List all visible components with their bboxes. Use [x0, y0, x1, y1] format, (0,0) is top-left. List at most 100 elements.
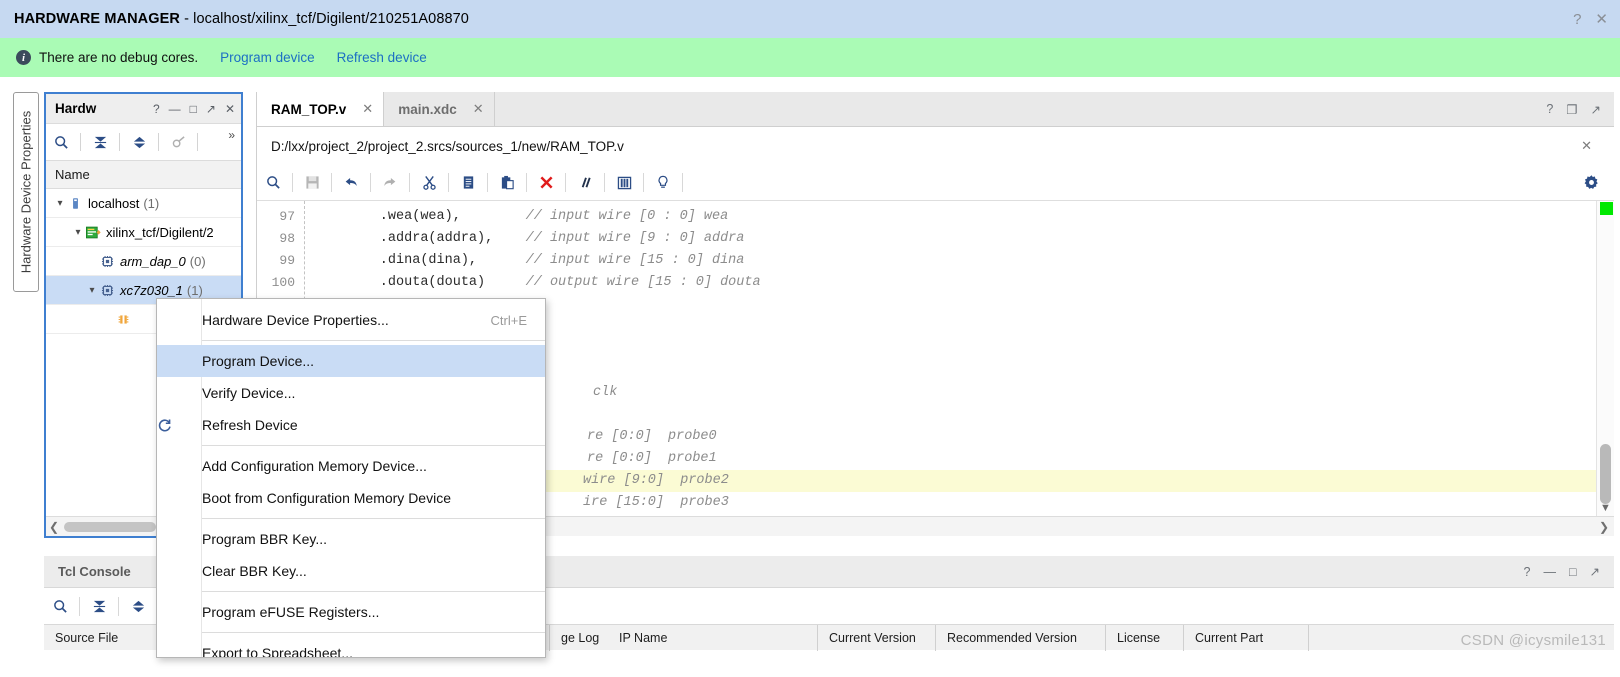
banner-message: There are no debug cores.: [39, 50, 199, 65]
maximize-icon[interactable]: □: [190, 102, 197, 116]
code-line: .addra(addra), // input wire [9 : 0] add…: [305, 228, 1596, 250]
menu-item-program-device[interactable]: Program Device...: [157, 345, 545, 377]
close-icon[interactable]: ✕: [225, 102, 235, 116]
menu-item-hardware-device-properties[interactable]: Hardware Device Properties... Ctrl+E: [157, 304, 545, 336]
float-icon[interactable]: ↗: [1590, 564, 1600, 579]
columns-icon[interactable]: [608, 169, 640, 197]
menu-item-boot-from-configuration-memory-device[interactable]: Boot from Configuration Memory Device: [157, 482, 545, 514]
menu-separator: [202, 632, 545, 633]
close-icon[interactable]: ✕: [1581, 138, 1592, 154]
search-icon[interactable]: [44, 592, 76, 620]
tree-item-xilinx-tcf[interactable]: ▾ xilinx_tcf/Digilent/2: [46, 218, 241, 247]
tab-tcl-console[interactable]: Tcl Console: [44, 564, 145, 579]
undo-icon[interactable]: [335, 169, 367, 197]
bulb-icon[interactable]: [647, 169, 679, 197]
menu-item-program-bbr-key[interactable]: Program BBR Key...: [157, 523, 545, 555]
editor-toolbar: [257, 165, 1614, 201]
maximize-icon[interactable]: □: [1569, 565, 1577, 579]
menu-item-clear-bbr-key[interactable]: Clear BBR Key...: [157, 555, 545, 587]
column-recommended-version[interactable]: Recommended Version: [936, 624, 1106, 651]
search-icon[interactable]: [46, 128, 76, 156]
menu-item-label: Add Configuration Memory Device...: [202, 458, 427, 474]
chevron-down-icon[interactable]: ▼: [1597, 499, 1614, 516]
close-icon[interactable]: ✕: [473, 101, 484, 117]
gear-icon[interactable]: [1583, 174, 1600, 191]
expand-all-icon[interactable]: [124, 128, 154, 156]
search-icon[interactable]: [257, 169, 289, 197]
hardware-device-properties-dock-tab[interactable]: Hardware Device Properties: [13, 92, 39, 292]
tab-main-xdc[interactable]: main.xdc ✕: [384, 92, 495, 126]
help-icon[interactable]: ?: [1524, 565, 1531, 579]
menu-item-program-efuse-registers[interactable]: Program eFUSE Registers...: [157, 596, 545, 628]
menu-item-verify-device[interactable]: Verify Device...: [157, 377, 545, 409]
menu-item-label: Refresh Device: [202, 417, 298, 433]
scrollbar-thumb[interactable]: [64, 521, 156, 532]
copy-icon[interactable]: [452, 169, 484, 197]
toolbar-divider: [79, 596, 80, 616]
help-icon[interactable]: ?: [153, 102, 160, 116]
code-line: .wea(wea), // input wire [0 : 0] wea: [305, 206, 1596, 228]
column-source-file[interactable]: Source File: [44, 624, 172, 651]
line-number: 99: [279, 253, 295, 268]
cut-icon[interactable]: [413, 169, 445, 197]
expand-all-icon[interactable]: [122, 592, 154, 620]
minimize-icon[interactable]: —: [169, 102, 181, 116]
code-line: .douta(douta) // output wire [15 : 0] do…: [305, 272, 1596, 294]
refresh-device-link[interactable]: Refresh device: [337, 50, 427, 65]
dock-tab-label: Hardware Device Properties: [18, 110, 34, 274]
link-icon: [163, 128, 193, 156]
restore-icon[interactable]: ❐: [1566, 102, 1577, 117]
tab-label: main.xdc: [398, 101, 457, 117]
float-icon[interactable]: ↗: [206, 102, 216, 116]
scrollbar-thumb[interactable]: [1600, 444, 1611, 504]
chevron-down-icon[interactable]: ▾: [86, 285, 98, 296]
tab-label: RAM_TOP.v: [271, 101, 347, 117]
program-device-link[interactable]: Program device: [220, 50, 315, 65]
line-number: 97: [279, 209, 295, 224]
close-icon[interactable]: ✕: [362, 101, 373, 117]
code-text: .addra(addra),: [315, 231, 526, 246]
close-icon[interactable]: ✕: [1595, 10, 1608, 28]
column-current-version[interactable]: Current Version: [818, 624, 936, 651]
menu-item-label: Export to Spreadsheet...: [202, 645, 353, 658]
toolbar-divider: [331, 173, 332, 192]
chevron-left-icon[interactable]: ❮: [46, 520, 62, 534]
toolbar-divider: [526, 173, 527, 192]
column-current-part[interactable]: Current Part: [1184, 624, 1309, 651]
tab-ram-top-v[interactable]: RAM_TOP.v ✕: [257, 92, 385, 126]
editor-vertical-scrollbar[interactable]: ▲ ▼: [1596, 201, 1614, 536]
toolbar-divider: [643, 173, 644, 192]
comment-icon[interactable]: [569, 169, 601, 197]
toolbar-divider: [197, 133, 198, 151]
column-ip-name[interactable]: IP Name: [608, 624, 818, 651]
tree-item-arm-dap-0[interactable]: arm_dap_0 (0): [46, 247, 241, 276]
minimize-icon[interactable]: —: [1543, 565, 1556, 579]
collapse-all-icon[interactable]: [85, 128, 115, 156]
question-mark-icon[interactable]: ?: [1573, 11, 1581, 28]
editor-tab-bar: RAM_TOP.v ✕ main.xdc ✕ ? ❐ ↗: [257, 92, 1614, 127]
collapse-all-icon[interactable]: [83, 592, 115, 620]
chip-icon: [98, 255, 116, 268]
device-context-menu[interactable]: Hardware Device Properties... Ctrl+E Pro…: [156, 298, 546, 658]
tree-item-localhost[interactable]: ▾ localhost (1): [46, 189, 241, 218]
line-number: 98: [279, 231, 295, 246]
code-comment: // input wire [9 : 0] addra: [525, 231, 745, 246]
paste-icon[interactable]: [491, 169, 523, 197]
chevron-right-icon[interactable]: ❯: [1594, 520, 1614, 534]
menu-item-export-to-spreadsheet[interactable]: Export to Spreadsheet...: [157, 637, 545, 658]
help-icon[interactable]: ?: [1546, 102, 1553, 116]
chevron-down-icon[interactable]: ▾: [54, 198, 66, 209]
menu-separator: [202, 591, 545, 592]
watermark-text: CSDN @icysmile131: [1460, 632, 1606, 649]
chevron-down-icon[interactable]: ▾: [72, 227, 84, 238]
column-change-log[interactable]: ge Log: [550, 625, 608, 651]
float-icon[interactable]: ↗: [1591, 102, 1601, 117]
delete-icon[interactable]: [530, 169, 562, 197]
code-comment: // input wire [0 : 0] wea: [525, 209, 729, 224]
column-license[interactable]: License: [1106, 624, 1184, 651]
toolbar-divider: [119, 133, 120, 151]
menu-item-refresh-device[interactable]: Refresh Device: [157, 409, 545, 441]
more-icon[interactable]: »: [228, 128, 235, 142]
menu-item-add-configuration-memory-device[interactable]: Add Configuration Memory Device...: [157, 450, 545, 482]
toolbar-divider: [409, 173, 410, 192]
